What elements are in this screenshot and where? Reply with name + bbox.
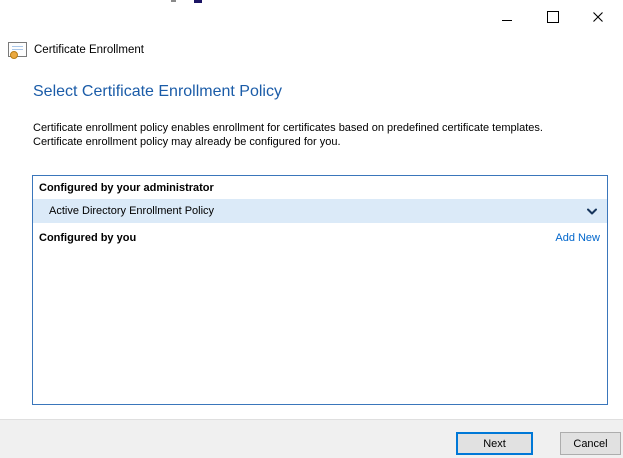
active-directory-policy-row[interactable]: Active Directory Enrollment Policy: [33, 199, 607, 223]
user-section-label: Configured by you: [39, 232, 137, 244]
screenshot-edge-artifact: [171, 0, 176, 2]
wizard-footer: Next Cancel: [0, 419, 623, 458]
chevron-down-icon[interactable]: [587, 208, 597, 215]
screenshot-edge-artifact: [194, 0, 202, 3]
next-button[interactable]: Next: [456, 432, 533, 455]
minimize-icon: [502, 19, 512, 21]
cancel-button[interactable]: Cancel: [560, 432, 621, 455]
add-new-link[interactable]: Add New: [555, 232, 600, 244]
maximize-icon: [547, 11, 559, 23]
minimize-button[interactable]: [494, 4, 520, 30]
admin-section-label: Configured by your administrator: [39, 182, 214, 194]
policy-name: Active Directory Enrollment Policy: [49, 205, 215, 217]
maximize-button[interactable]: [540, 4, 566, 30]
wizard-header: Certificate Enrollment: [8, 41, 144, 59]
user-section-row: Configured by you Add New: [33, 223, 607, 244]
page-title: Select Certificate Enrollment Policy: [33, 83, 282, 100]
description-line: Certificate enrollment policy enables en…: [33, 122, 543, 134]
certificate-icon: [8, 42, 27, 59]
page-description: Certificate enrollment policy enables en…: [33, 121, 543, 149]
close-button[interactable]: [585, 4, 611, 30]
description-line: Certificate enrollment policy may alread…: [33, 136, 341, 148]
enrollment-policy-panel: Configured by your administrator Active …: [32, 175, 608, 405]
app-title: Certificate Enrollment: [34, 43, 144, 56]
close-icon: [593, 12, 603, 22]
